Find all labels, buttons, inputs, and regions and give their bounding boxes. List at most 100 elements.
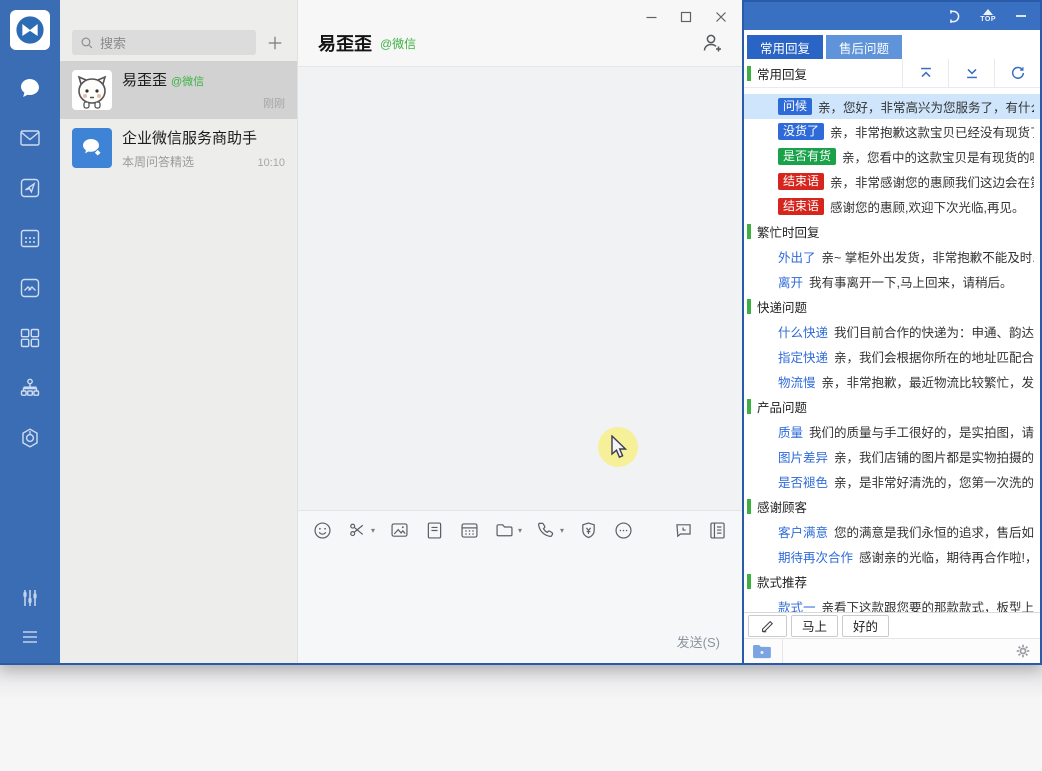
minus-icon xyxy=(1014,9,1028,23)
sliders-icon[interactable] xyxy=(18,586,42,610)
chat-window: 易歪歪 @微信 xyxy=(297,0,742,663)
workbench-icon[interactable] xyxy=(18,176,42,200)
reply-label[interactable]: 指定快递 xyxy=(778,347,828,366)
menu-icon[interactable] xyxy=(18,625,42,649)
reply-section-title: 常用回复 xyxy=(757,64,807,83)
message-area[interactable] xyxy=(298,67,742,510)
avatar xyxy=(72,128,112,168)
reply-item[interactable]: 客户满意您的满意是我们永恒的追求，售后如... xyxy=(744,519,1040,544)
send-button[interactable]: 发送(S) xyxy=(677,632,720,651)
close-button[interactable] xyxy=(714,10,728,24)
reply-group-header[interactable]: 繁忙时回复 xyxy=(744,219,1040,244)
settings-button[interactable] xyxy=(1014,642,1040,660)
collapse-all-button[interactable] xyxy=(902,59,948,87)
reply-label[interactable]: 物流慢 xyxy=(778,372,816,391)
minimize-button[interactable] xyxy=(644,10,658,24)
reply-label[interactable]: 没货了 xyxy=(778,123,824,140)
reply-item[interactable]: 什么快递我们目前合作的快递为：申通、韵达... xyxy=(744,319,1040,344)
emoji-button[interactable] xyxy=(312,520,333,541)
scissors-icon xyxy=(347,520,368,541)
quick-phrase-button[interactable]: 马上 xyxy=(791,615,838,637)
chat-history-icon xyxy=(673,520,694,541)
reply-group-header[interactable]: 感谢顾客 xyxy=(744,494,1040,519)
refresh-button[interactable] xyxy=(994,59,1040,87)
reply-item[interactable]: 问候亲，您好，非常高兴为您服务了，有什么... xyxy=(744,94,1040,119)
reply-text: 我们的质量与手工很好的，是实拍图，请... xyxy=(809,422,1034,441)
reply-item[interactable]: 物流慢亲，非常抱歉，最近物流比较繁忙，发... xyxy=(744,369,1040,394)
reply-text: 亲，我们会根据你所在的地址匹配合... xyxy=(834,347,1034,366)
reply-text: 感谢亲的光临，期待再合作啦!，... xyxy=(859,547,1034,566)
reply-label[interactable]: 结束语 xyxy=(778,198,824,215)
file-button[interactable] xyxy=(424,520,445,541)
image-icon xyxy=(389,520,410,541)
reply-group-header[interactable]: 产品问题 xyxy=(744,394,1040,419)
search-placeholder: 搜索 xyxy=(100,33,126,52)
reply-item[interactable]: 是否有货亲，您看中的这款宝贝是有现货的呢... xyxy=(744,144,1040,169)
reply-item[interactable]: 没货了亲，非常抱歉这款宝贝已经没有现货了... xyxy=(744,119,1040,144)
edit-phrase-button[interactable] xyxy=(748,615,787,637)
reply-item[interactable]: 款式一亲看下这款跟您要的那款款式，板型上... xyxy=(744,594,1040,612)
workspace-icon[interactable] xyxy=(18,426,42,450)
notes-button[interactable] xyxy=(707,520,728,541)
add-chat-button[interactable] xyxy=(265,33,285,53)
group-color-bar xyxy=(747,574,751,589)
reply-label[interactable]: 是否有货 xyxy=(778,148,836,165)
reply-text: 亲，非常感谢您的惠顾我们这边会在第... xyxy=(830,172,1034,191)
reply-text: 我有事离开一下,马上回来，请稍后。 xyxy=(809,272,1034,291)
reply-item[interactable]: 结束语亲，非常感谢您的惠顾我们这边会在第... xyxy=(744,169,1040,194)
schedule-button[interactable] xyxy=(459,520,480,541)
mail-icon[interactable] xyxy=(18,126,42,150)
reply-label[interactable]: 离开 xyxy=(778,272,803,291)
add-member-button[interactable] xyxy=(700,31,724,55)
call-button[interactable]: ▾ xyxy=(536,520,564,541)
reply-label[interactable]: 是否褪色 xyxy=(778,472,828,491)
chat-history-button[interactable] xyxy=(673,520,694,541)
pin-on-top-button[interactable]: TOP xyxy=(980,9,996,23)
reply-item[interactable]: 期待再次合作感谢亲的光临，期待再合作啦!，... xyxy=(744,544,1040,569)
screenshot-button[interactable]: ▾ xyxy=(347,520,375,541)
reply-item[interactable]: 外出了亲~ 掌柜外出发货，非常抱歉不能及时... xyxy=(744,244,1040,269)
assistant-minimize-button[interactable] xyxy=(1014,9,1028,23)
chat-list-item-yiwaiwai[interactable]: 易歪歪 @微信 刚刚 xyxy=(60,61,297,119)
reply-item[interactable]: 图片差异亲，我们店铺的图片都是实物拍摄的... xyxy=(744,444,1040,469)
message-input[interactable] xyxy=(298,541,742,632)
maximize-button[interactable] xyxy=(679,10,693,24)
folder-button[interactable]: ▾ xyxy=(494,520,522,541)
magnet-dock-button[interactable] xyxy=(945,8,962,25)
group-color-bar xyxy=(747,224,751,239)
reply-label[interactable]: 图片差异 xyxy=(778,447,828,466)
reply-label[interactable]: 质量 xyxy=(778,422,803,441)
reply-label[interactable]: 问候 xyxy=(778,98,812,115)
reply-label[interactable]: 款式一 xyxy=(778,597,816,612)
tab-aftersales-questions[interactable]: 售后问题 xyxy=(826,35,902,59)
chat-icon[interactable] xyxy=(18,76,42,100)
reply-label[interactable]: 客户满意 xyxy=(778,522,828,541)
app-logo xyxy=(10,10,50,50)
gallery-icon[interactable] xyxy=(18,276,42,300)
org-icon[interactable] xyxy=(18,376,42,400)
reply-item[interactable]: 是否褪色亲，是非常好清洗的，您第一次洗的... xyxy=(744,469,1040,494)
chat-list-item-service-assistant[interactable]: 企业微信服务商助手 本周问答精选 10:10 xyxy=(60,119,297,177)
reply-label[interactable]: 结束语 xyxy=(778,173,824,190)
reply-label[interactable]: 期待再次合作 xyxy=(778,547,853,566)
reply-group-header[interactable]: 快递问题 xyxy=(744,294,1040,319)
reply-label[interactable]: 什么快递 xyxy=(778,322,828,341)
triangle-up-icon xyxy=(983,9,993,15)
search-input[interactable]: 搜索 xyxy=(72,30,256,55)
reply-group-header[interactable]: 款式推荐 xyxy=(744,569,1040,594)
quick-phrase-button[interactable]: 好的 xyxy=(842,615,889,637)
reply-item[interactable]: 质量我们的质量与手工很好的，是实拍图，请... xyxy=(744,419,1040,444)
expand-all-button[interactable] xyxy=(948,59,994,87)
apps-icon[interactable] xyxy=(18,326,42,350)
phrase-library-button[interactable] xyxy=(752,639,783,663)
reply-item[interactable]: 指定快递亲，我们会根据你所在的地址匹配合... xyxy=(744,344,1040,369)
calendar-icon[interactable] xyxy=(18,226,42,250)
tab-common-replies[interactable]: 常用回复 xyxy=(747,35,823,59)
reply-item[interactable]: 离开我有事离开一下,马上回来，请稍后。 xyxy=(744,269,1040,294)
reply-item[interactable]: 结束语感谢您的惠顾,欢迎下次光临,再见。 xyxy=(744,194,1040,219)
reply-text: 感谢您的惠顾,欢迎下次光临,再见。 xyxy=(830,197,1034,216)
more-button[interactable] xyxy=(613,520,634,541)
red-packet-button[interactable] xyxy=(578,520,599,541)
image-button[interactable] xyxy=(389,520,410,541)
reply-label[interactable]: 外出了 xyxy=(778,247,816,266)
